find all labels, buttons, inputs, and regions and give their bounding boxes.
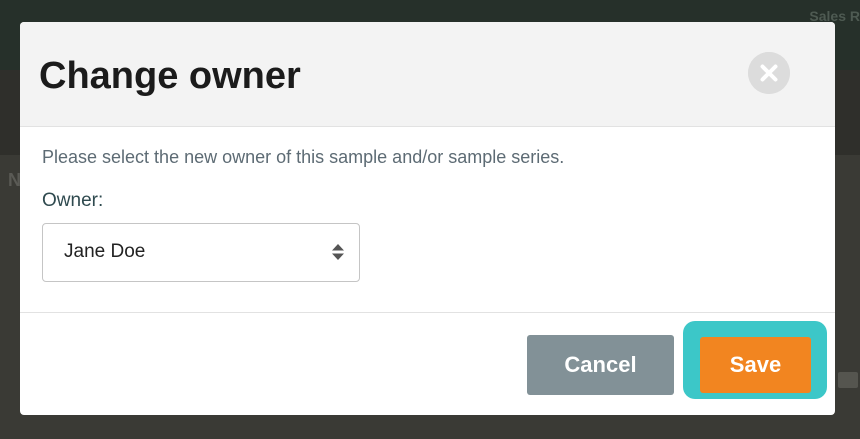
save-button[interactable]: Save: [700, 337, 811, 393]
background-edge-icon: [838, 372, 858, 388]
dialog-header: Change owner: [20, 22, 835, 127]
dialog-title: Change owner: [39, 55, 301, 97]
close-button[interactable]: [748, 52, 790, 94]
owner-select[interactable]: Jane Doe: [42, 223, 360, 282]
page-backdrop: Sales R N Change owner Please select the…: [0, 0, 860, 439]
dialog-footer: Cancel Save: [20, 312, 835, 415]
sort-caret-icon: [332, 244, 344, 260]
close-icon: [748, 52, 790, 94]
owner-select-value: Jane Doe: [64, 241, 146, 262]
dialog-body: Please select the new owner of this samp…: [20, 127, 835, 311]
change-owner-dialog: Change owner Please select the new owner…: [20, 22, 835, 415]
owner-label: Owner:: [42, 190, 104, 211]
cancel-button[interactable]: Cancel: [527, 335, 674, 395]
dialog-instructions: Please select the new owner of this samp…: [42, 147, 565, 167]
